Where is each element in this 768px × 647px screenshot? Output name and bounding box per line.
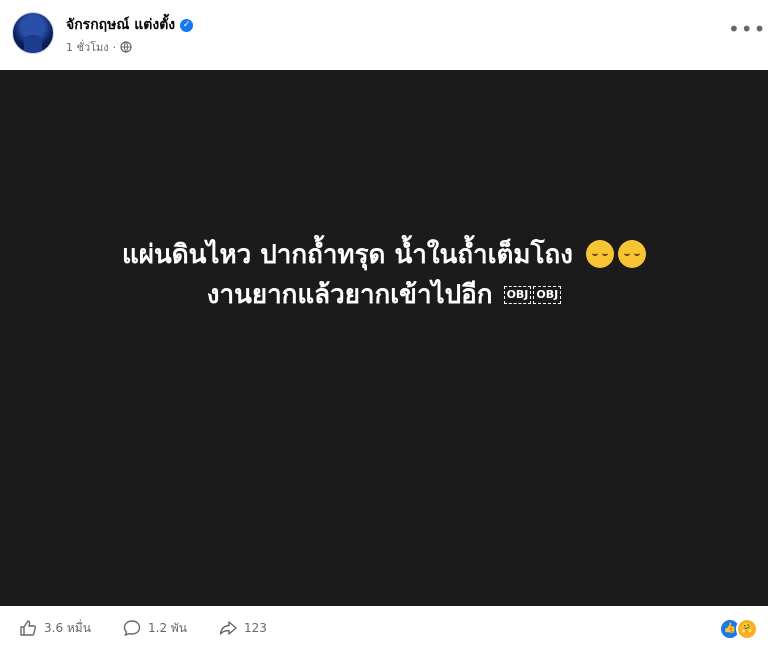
comment-action[interactable]: 1.2 พัน: [122, 618, 187, 638]
globe-icon: [120, 41, 132, 53]
verified-badge-icon: ✓: [180, 18, 194, 32]
author-row: จักรกฤษณ์ แต่งตั้ง ✓: [66, 14, 194, 36]
obj-placeholder-2: OBJ: [533, 286, 562, 304]
image-text-line-1: แผ่นดินไหว ปากถ้ำทรุด น้ำในถ้ำเต็มโถง: [0, 235, 768, 275]
pensive-face-icon: [618, 240, 647, 268]
post-meta: 1 ชั่วโมง ·: [66, 38, 132, 56]
share-count: 123: [244, 621, 267, 635]
like-action[interactable]: 3.6 หมื่น: [18, 618, 91, 638]
share-arrow-icon: [219, 621, 237, 635]
more-options-button[interactable]: •••: [728, 19, 765, 42]
thumbs-up-icon: [20, 620, 37, 636]
post-image[interactable]: [0, 70, 768, 606]
image-text-line-2-text: งานยากแล้วยากเข้าไปอีก: [206, 280, 493, 310]
author-name[interactable]: จักรกฤษณ์ แต่งตั้ง: [66, 14, 175, 36]
post-time[interactable]: 1 ชั่วโมง: [66, 38, 109, 56]
post-header: จักรกฤษณ์ แต่งตั้ง ✓ 1 ชั่วโมง · •••: [0, 0, 768, 70]
pensive-face-icon: [586, 240, 615, 268]
share-action[interactable]: 123: [218, 618, 267, 638]
obj-placeholder-1: OBJ: [503, 286, 532, 304]
author-avatar[interactable]: [12, 12, 54, 54]
image-text-line-1-text: แผ่นดินไหว ปากถ้ำทรุด น้ำในถ้ำเต็มโถง: [121, 240, 573, 270]
image-text-line-2: งานยากแล้วยากเข้าไปอีก OBJ OBJ: [0, 275, 768, 315]
reaction-icons[interactable]: 👍 🤗: [719, 618, 758, 640]
meta-separator: ·: [112, 40, 117, 54]
care-icon: 🤗: [736, 618, 758, 640]
comment-count: 1.2 พัน: [148, 620, 188, 635]
post-actions-bar: 3.6 หมื่น 1.2 พัน 123 👍 🤗: [0, 606, 768, 647]
comment-icon: [123, 620, 141, 637]
post-image-text: แผ่นดินไหว ปากถ้ำทรุด น้ำในถ้ำเต็มโถง งา…: [0, 235, 768, 315]
like-count: 3.6 หมื่น: [44, 620, 91, 635]
